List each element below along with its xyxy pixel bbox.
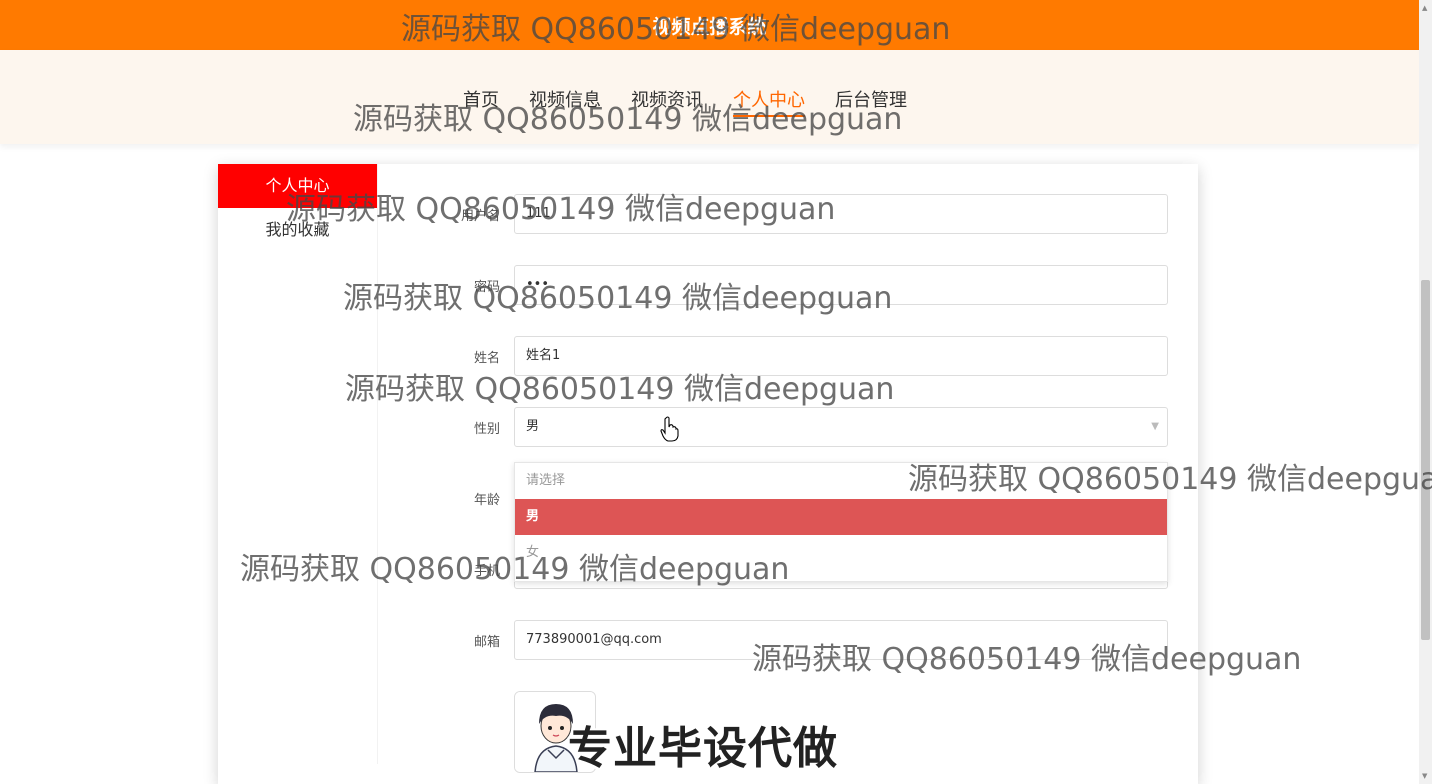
promo-text: 专业毕设代做	[568, 723, 838, 774]
gender-select[interactable]: 男 ▼	[514, 407, 1168, 447]
vertical-scrollbar[interactable]: ▲ ▼	[1419, 0, 1432, 784]
password-field[interactable]: •••	[514, 265, 1168, 305]
name-field[interactable]: 姓名1	[514, 336, 1168, 376]
gender-label: 性别	[473, 422, 500, 437]
form-row-username: 用户名 111	[218, 194, 1168, 234]
phone-label: 手机	[473, 564, 500, 579]
nav-item-video-news[interactable]: 视频资讯	[631, 86, 703, 117]
form-row-gender: 性别 男 ▼	[218, 407, 1168, 447]
gender-dropdown: 请选择 男 女	[514, 462, 1168, 582]
nav-menu: 首页 视频信息 视频资讯 个人中心 后台管理	[463, 86, 907, 117]
username-field[interactable]: 111	[514, 194, 1168, 234]
nav-item-video-info[interactable]: 视频信息	[529, 86, 601, 117]
scroll-up-icon[interactable]: ▲	[1422, 4, 1427, 12]
form-row-password: 密码 •••	[218, 265, 1168, 305]
password-label: 密码	[473, 280, 500, 295]
main-nav: 首页 视频信息 视频资讯 个人中心 后台管理	[0, 50, 1419, 144]
hand-cursor-icon	[660, 416, 680, 446]
scrollbar-thumb[interactable]	[1421, 280, 1430, 640]
scroll-down-icon[interactable]: ▼	[1422, 772, 1427, 780]
nav-item-personal-center[interactable]: 个人中心	[733, 86, 805, 117]
dropdown-option-female[interactable]: 女	[515, 535, 1167, 571]
gender-select-value: 男	[526, 419, 540, 434]
email-field[interactable]: 773890001@qq.com	[514, 620, 1168, 660]
top-header: 视频点播系统	[0, 0, 1419, 50]
nav-item-home[interactable]: 首页	[463, 86, 499, 117]
form-row-email: 邮箱 773890001@qq.com	[218, 620, 1168, 660]
nav-item-admin[interactable]: 后台管理	[835, 86, 907, 117]
username-label: 用户名	[460, 209, 500, 224]
sidebar: 个人中心 我的收藏	[218, 164, 378, 764]
dropdown-option-male[interactable]: 男	[515, 499, 1167, 535]
form-row-name: 姓名 姓名1	[218, 336, 1168, 376]
name-label: 姓名	[473, 351, 500, 366]
dropdown-option-placeholder[interactable]: 请选择	[515, 463, 1167, 499]
dropdown-arrow-icon: ▼	[1151, 421, 1159, 432]
site-title: 视频点播系统	[652, 16, 767, 38]
age-label: 年龄	[473, 493, 500, 508]
email-label: 邮箱	[473, 635, 500, 650]
